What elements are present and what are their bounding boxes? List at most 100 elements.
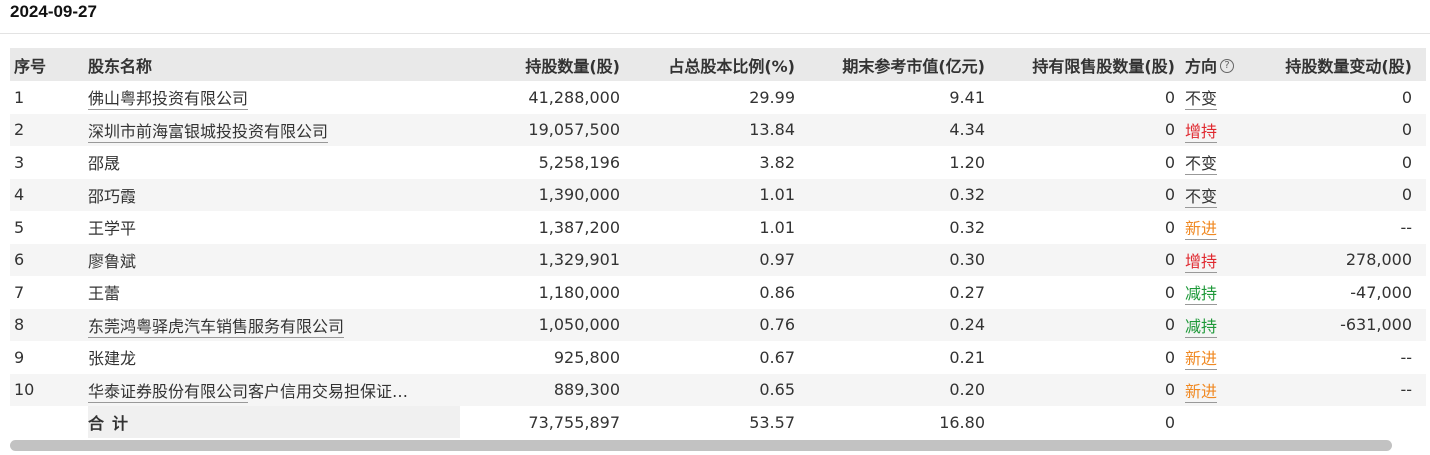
shareholder-name-link[interactable]: 佛山粤邦投资有限公司 — [88, 89, 249, 111]
cell-restricted: 0 — [985, 113, 1175, 146]
table-header-row: 序号 股东名称 持股数量(股) 占总股本比例(%) 期末参考市值(亿元) 持有限… — [10, 48, 1426, 81]
cell-ratio: 13.84 — [620, 113, 795, 146]
cell-direction: 增持 — [1175, 243, 1255, 276]
cell-name: 张建龙 — [88, 341, 460, 374]
cell-index: 4 — [10, 178, 88, 211]
cell-name: 廖鲁斌 — [88, 243, 460, 276]
cell-market-value: 9.41 — [795, 81, 985, 114]
cell-direction: 不变 — [1175, 146, 1255, 179]
cell-name: 佛山粤邦投资有限公司 — [88, 81, 460, 114]
cell-shares: 925,800 — [460, 341, 620, 374]
cell-restricted: 0 — [985, 211, 1175, 244]
shareholder-name: 王学平 — [88, 219, 137, 239]
cell-ratio: 0.65 — [620, 373, 795, 406]
cell-shares: 41,288,000 — [460, 81, 620, 114]
cell-restricted: 0 — [985, 146, 1175, 179]
cell-index: 10 — [10, 373, 88, 406]
direction-link[interactable]: 不变 — [1185, 89, 1218, 111]
cell-ratio: 1.01 — [620, 211, 795, 244]
cell-name: 东莞鸿粤驿虎汽车销售服务有限公司 — [88, 308, 460, 341]
cell-name: 邵晟 — [88, 146, 460, 179]
direction-link[interactable]: 增持 — [1185, 251, 1218, 273]
cell-market-value: 4.34 — [795, 113, 985, 146]
cell-ratio: 0.76 — [620, 308, 795, 341]
total-shares: 73,755,897 — [460, 406, 620, 438]
header-name: 股东名称 — [88, 48, 460, 81]
cell-shares: 5,258,196 — [460, 146, 620, 179]
header-index: 序号 — [10, 48, 88, 81]
total-ratio: 53.57 — [620, 406, 795, 438]
direction-link[interactable]: 减持 — [1185, 316, 1218, 338]
cell-change: -- — [1255, 373, 1426, 406]
cell-market-value: 0.21 — [795, 341, 985, 374]
cell-ratio: 3.82 — [620, 146, 795, 179]
direction-link[interactable]: 不变 — [1185, 186, 1218, 208]
cell-name: 王蕾 — [88, 276, 460, 309]
cell-direction: 减持 — [1175, 276, 1255, 309]
shareholder-table-container: 序号 股东名称 持股数量(股) 占总股本比例(%) 期末参考市值(亿元) 持有限… — [10, 48, 1426, 438]
cell-index: 1 — [10, 81, 88, 114]
direction-link[interactable]: 增持 — [1185, 121, 1218, 143]
shareholder-name: 王蕾 — [88, 284, 121, 304]
cell-shares: 1,390,000 — [460, 178, 620, 211]
cell-ratio: 1.01 — [620, 178, 795, 211]
total-label: 合计 — [88, 406, 460, 438]
direction-link[interactable]: 新进 — [1185, 349, 1218, 371]
shareholder-name-link[interactable]: 深圳市前海富银城投投资有限公司 — [88, 121, 329, 143]
header-change: 持股数量变动(股) — [1255, 48, 1426, 81]
cell-change: 0 — [1255, 178, 1426, 211]
shareholder-name-link[interactable]: 华泰证券股份有限公司 — [88, 381, 249, 403]
cell-direction: 减持 — [1175, 308, 1255, 341]
cell-direction: 新进 — [1175, 211, 1255, 244]
table-row: 1 佛山粤邦投资有限公司 41,288,000 29.99 9.41 0 不变 0 — [10, 81, 1426, 114]
table-row: 4 邵巧霞 1,390,000 1.01 0.32 0 不变 0 — [10, 178, 1426, 211]
cell-index: 9 — [10, 341, 88, 374]
shareholder-name: 张建龙 — [88, 349, 137, 369]
cell-change: 0 — [1255, 113, 1426, 146]
direction-link[interactable]: 不变 — [1185, 154, 1218, 176]
shareholder-table: 序号 股东名称 持股数量(股) 占总股本比例(%) 期末参考市值(亿元) 持有限… — [10, 48, 1426, 438]
cell-direction: 增持 — [1175, 113, 1255, 146]
cell-market-value: 0.32 — [795, 178, 985, 211]
header-direction-label: 方向 — [1185, 56, 1218, 76]
cell-ratio: 0.67 — [620, 341, 795, 374]
table-row: 2 深圳市前海富银城投投资有限公司 19,057,500 13.84 4.34 0 增持 0 — [10, 113, 1426, 146]
direction-link[interactable]: 减持 — [1185, 284, 1218, 306]
help-icon[interactable]: ? — [1220, 59, 1235, 73]
cell-market-value: 0.20 — [795, 373, 985, 406]
cell-ratio: 0.97 — [620, 243, 795, 276]
table-body: 1 佛山粤邦投资有限公司 41,288,000 29.99 9.41 0 不变 0 2 深圳市前海… — [10, 81, 1426, 438]
header-market-value: 期末参考市值(亿元) — [795, 48, 985, 81]
cell-restricted: 0 — [985, 243, 1175, 276]
divider — [0, 33, 1430, 34]
cell-shares: 19,057,500 — [460, 113, 620, 146]
table-row: 6 廖鲁斌 1,329,901 0.97 0.30 0 增持 278,000 — [10, 243, 1426, 276]
cell-market-value: 0.27 — [795, 276, 985, 309]
table-row: 7 王蕾 1,180,000 0.86 0.27 0 减持 -47,000 — [10, 276, 1426, 309]
cell-index: 3 — [10, 146, 88, 179]
table-row: 5 王学平 1,387,200 1.01 0.32 0 新进 -- — [10, 211, 1426, 244]
header-direction: 方向? — [1175, 48, 1255, 81]
shareholder-name-link[interactable]: 东莞鸿粤驿虎汽车销售服务有限公司 — [88, 316, 345, 338]
table-row: 3 邵晟 5,258,196 3.82 1.20 0 不变 0 — [10, 146, 1426, 179]
cell-change: 0 — [1255, 146, 1426, 179]
cell-ratio: 0.86 — [620, 276, 795, 309]
cell-direction: 新进 — [1175, 373, 1255, 406]
cell-index: 8 — [10, 308, 88, 341]
cell-change: -- — [1255, 341, 1426, 374]
cell-index: 5 — [10, 211, 88, 244]
shareholder-name: 邵巧霞 — [88, 186, 137, 206]
cell-shares: 889,300 — [460, 373, 620, 406]
cell-restricted: 0 — [985, 373, 1175, 406]
cell-direction: 不变 — [1175, 178, 1255, 211]
direction-link[interactable]: 新进 — [1185, 381, 1218, 403]
horizontal-scrollbar[interactable] — [10, 440, 1392, 451]
direction-link[interactable]: 新进 — [1185, 219, 1218, 241]
cell-restricted: 0 — [985, 81, 1175, 114]
cell-name: 邵巧霞 — [88, 178, 460, 211]
cell-market-value: 0.32 — [795, 211, 985, 244]
cell-restricted: 0 — [985, 308, 1175, 341]
cell-ratio: 29.99 — [620, 81, 795, 114]
cell-direction: 新进 — [1175, 341, 1255, 374]
total-change-empty — [1255, 406, 1426, 438]
